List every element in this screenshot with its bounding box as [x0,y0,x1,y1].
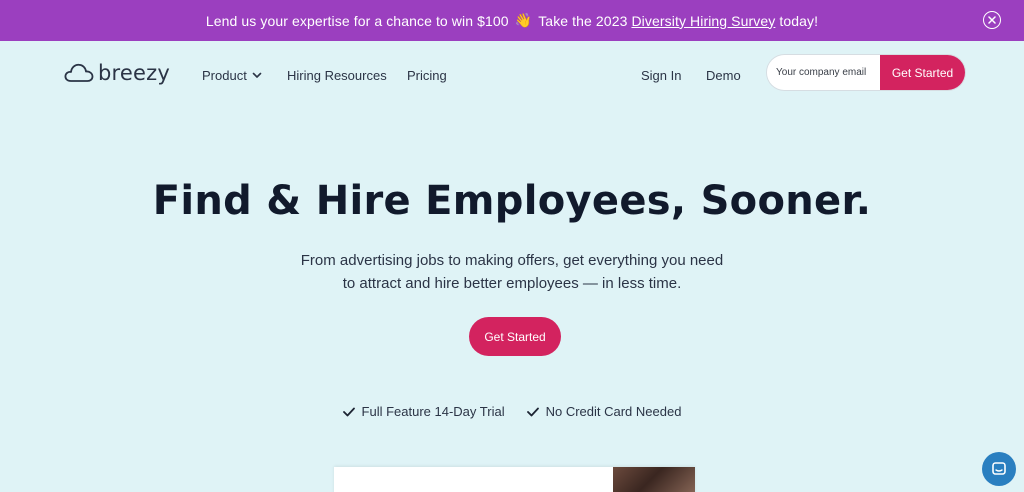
wave-emoji: 👋 [514,12,533,28]
logo-text: breezy [98,61,170,85]
nav-item-label: Pricing [407,68,447,83]
breezy-logo[interactable]: breezy [64,61,170,85]
feature-label: Full Feature 14-Day Trial [361,404,505,419]
feature-list: Full Feature 14-Day Trial No Credit Card… [0,404,1024,419]
chat-launcher-button[interactable] [982,452,1016,486]
preview-photo [613,467,695,492]
product-preview [334,467,695,492]
announcement-banner: Lend us your expertise for a chance to w… [0,0,1024,41]
nav-item-label: Demo [706,68,741,83]
hero-subtitle-line: From advertising jobs to making offers, … [300,252,724,269]
feature-item: No Credit Card Needed [526,404,682,419]
nav-item-pricing[interactable]: Pricing [407,68,447,83]
nav-get-started-button[interactable]: Get Started [880,55,965,90]
chat-icon [992,462,1006,475]
cloud-icon [64,63,94,82]
banner-text-after: today! [779,12,819,29]
survey-link[interactable]: Diversity Hiring Survey [631,13,775,29]
main-nav: breezy Product Hiring Resources Pricing … [0,41,1024,107]
feature-label: No Credit Card Needed [545,404,682,419]
company-email-input[interactable] [767,55,880,90]
nav-item-label: Hiring Resources [287,68,387,83]
close-banner-button[interactable] [983,11,1001,29]
nav-item-product[interactable]: Product [202,68,262,83]
close-icon [988,16,996,24]
email-signup-form: Get Started [767,55,965,90]
nav-item-demo[interactable]: Demo [706,68,741,83]
nav-item-sign-in[interactable]: Sign In [641,68,681,83]
hero-title: Find & Hire Employees, Sooner. [152,178,872,224]
nav-item-label: Sign In [641,68,682,83]
feature-item: Full Feature 14-Day Trial [342,404,505,419]
hero-get-started-button[interactable]: Get Started [469,317,561,356]
banner-text-mid: Take the 2023 [538,12,628,29]
check-icon [342,407,355,417]
hero-subtitle: From advertising jobs to making offers, … [0,249,1024,295]
nav-item-hiring-resources[interactable]: Hiring Resources [287,68,387,83]
hero-subtitle-line: to attract and hire better employees — i… [342,275,682,292]
check-icon [526,407,539,417]
nav-item-label: Product [202,68,247,83]
banner-text: Lend us your expertise for a chance to w… [205,12,509,29]
chevron-down-icon [252,72,262,78]
